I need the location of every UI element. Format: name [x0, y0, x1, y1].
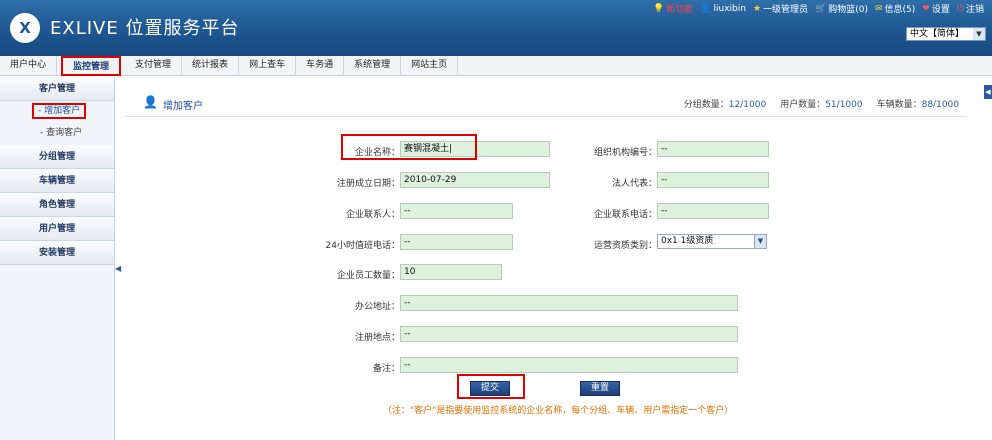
cart-link[interactable]: 🛒 购物篮(0) [815, 2, 868, 16]
contact-label: 企业联系人： [345, 210, 400, 220]
messages-link[interactable]: ✉ 信息(5) [875, 2, 915, 16]
nav-payment-management[interactable]: 支付管理 [125, 56, 183, 76]
contact-phone-label: 企业联系电话： [593, 210, 657, 220]
heart-icon: ❤ [922, 3, 930, 14]
nav-online-vehicle[interactable]: 网上查车 [239, 56, 297, 76]
chevron-down-icon: ▼ [754, 235, 766, 248]
qualification-label: 运营资质类别： [593, 241, 657, 251]
nav-website-home[interactable]: 网站主页 [401, 56, 459, 76]
reg-place-label: 注册地点： [354, 333, 400, 343]
top-links: 💡 新功能 👤 liuxibin ★ 一级管理员 🛒 购物篮(0) ✉ 信息(5) ❤ 设置… [653, 2, 984, 16]
reg-date-input[interactable]: 2010-07-29 [400, 172, 550, 188]
sidebar-item-user-management[interactable]: 用户管理 [0, 217, 114, 241]
nav-monitor-management[interactable]: 监控管理 [61, 56, 122, 76]
reg-date-label: 注册成立日期： [336, 179, 400, 189]
nav-user-center[interactable]: 用户中心 [0, 56, 58, 76]
form-note: （注："客户"是指要使用监控系统的企业名称，每个分组、车辆、用户需指定一个客户） [383, 406, 734, 416]
collapse-sidebar-icon[interactable]: ◀ [115, 264, 121, 274]
power-icon: ⏻ [956, 3, 964, 14]
reg-place-input[interactable]: -- [400, 326, 738, 342]
office-address-input[interactable]: -- [400, 295, 738, 311]
mail-icon: ✉ [875, 3, 883, 14]
hotline-label: 24小时值班电话： [325, 241, 400, 251]
company-name-highlight [341, 134, 477, 160]
org-code-label: 组织机构编号： [593, 148, 657, 158]
cart-icon: 🛒 [815, 3, 827, 14]
user-icon: 👤 [700, 3, 712, 14]
contact-phone-input[interactable]: -- [657, 203, 769, 219]
sidebar-item-install-management[interactable]: 安装管理 [0, 241, 114, 265]
hotline-input[interactable]: -- [400, 234, 513, 250]
submit-button[interactable]: 提交 [470, 381, 510, 396]
legal-rep-input[interactable]: -- [657, 172, 769, 188]
username-link[interactable]: 👤 liuxibin [700, 2, 746, 15]
staff-count-input[interactable]: 10 [400, 264, 502, 280]
org-code-input[interactable]: -- [657, 141, 769, 157]
main-nav: 用户中心 监控管理 支付管理 统计报表 网上查车 车务通 系统管理 网站主页 [0, 56, 992, 76]
sidebar-item-query-customer[interactable]: - 查询客户 [0, 123, 114, 145]
vehicle-count: 车辆数量：88/1000 [876, 100, 959, 110]
staff-count-label: 企业员工数量： [336, 271, 400, 281]
new-features-link[interactable]: 💡 新功能 [653, 2, 693, 16]
nav-system-management[interactable]: 系统管理 [344, 56, 402, 76]
star-icon: ★ [752, 3, 762, 14]
nav-statistics-report[interactable]: 统计报表 [182, 56, 240, 76]
nav-vehicle-service[interactable]: 车务通 [296, 56, 345, 76]
remark-label: 备注： [372, 364, 400, 374]
reset-button[interactable]: 重置 [580, 381, 620, 396]
bulb-icon: 💡 [653, 3, 665, 14]
user-add-icon: 👤 [143, 95, 158, 109]
legal-rep-label: 法人代表： [611, 179, 657, 189]
page-header: 👤 增加客户 分组数量：12/1000 用户数量：51/1000 车辆数量：88… [125, 85, 967, 117]
office-address-label: 办公地址： [354, 302, 400, 312]
sidebar-item-role-management[interactable]: 角色管理 [0, 193, 114, 217]
page-title: 增加客户 [163, 101, 203, 112]
header: X EXLIVE 位置服务平台 💡 新功能 👤 liuxibin ★ 一级管理员 🛒 购… [0, 0, 992, 56]
sidebar-item-vehicle-management[interactable]: 车辆管理 [0, 169, 114, 193]
sidebar-item-add-customer[interactable]: - 增加客户 [0, 101, 114, 123]
sidebar: 客户管理 - 增加客户 - 查询客户 分组管理 车辆管理 角色管理 用户管理 安… [0, 77, 115, 440]
sidebar-item-group-management[interactable]: 分组管理 [0, 145, 114, 169]
expand-right-icon[interactable]: ◀ [984, 85, 992, 99]
qualification-select[interactable]: 0x1 1级资质 ▼ [657, 234, 767, 249]
contact-input[interactable]: -- [400, 203, 513, 219]
exlive-logo: X [10, 13, 40, 43]
brand-title: EXLIVE 位置服务平台 [50, 18, 240, 39]
logout-link[interactable]: ⏻ 注销 [956, 2, 984, 16]
chevron-down-icon: ▼ [973, 28, 985, 40]
quota-stats: 分组数量：12/1000 用户数量：51/1000 车辆数量：88/1000 [684, 97, 959, 110]
settings-link[interactable]: ❤ 设置 [922, 2, 950, 16]
language-select[interactable]: 中文【简体】 ▼ [906, 27, 986, 41]
remark-input[interactable]: -- [400, 357, 738, 373]
user-count: 用户数量：51/1000 [780, 100, 863, 110]
sidebar-item-customer-management[interactable]: 客户管理 [0, 77, 114, 101]
group-count: 分组数量：12/1000 [683, 100, 767, 110]
role-link[interactable]: ★ 一级管理员 [752, 2, 808, 16]
